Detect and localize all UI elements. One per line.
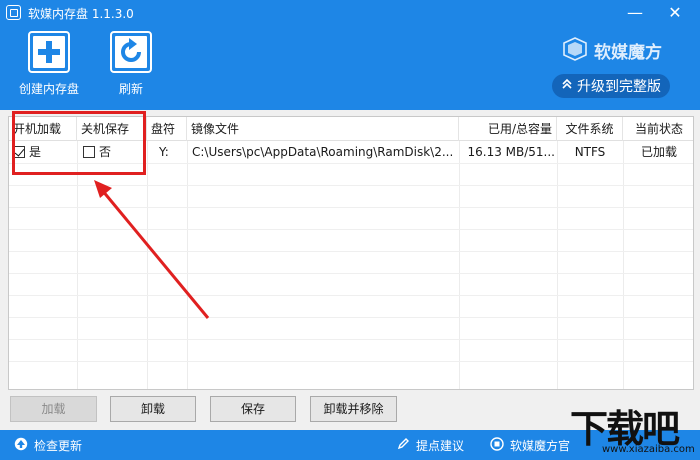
watermark-url: www.xiazaiba.com [602, 444, 695, 455]
feedback-label: 提点建议 [416, 439, 465, 453]
load-button[interactable]: 加载 [10, 396, 97, 422]
pencil-icon [396, 437, 410, 454]
brand-site-label: 软媒魔方官 [510, 439, 571, 453]
annotation-arrow [94, 180, 210, 319]
check-update-label: 检查更新 [34, 439, 83, 453]
save-button[interactable]: 保存 [210, 396, 296, 422]
unload-button[interactable]: 卸载 [110, 396, 196, 422]
unload-remove-button[interactable]: 卸载并移除 [310, 396, 397, 422]
cube-icon [490, 437, 504, 454]
feedback-link[interactable]: 提点建议 [396, 437, 464, 454]
watermark-logo: 下载吧 www.xiazaiba.com [566, 396, 700, 460]
brand-site-link[interactable]: 软媒魔方官 [490, 437, 570, 454]
arrow-up-icon [14, 437, 28, 454]
check-update-link[interactable]: 检查更新 [14, 437, 82, 454]
